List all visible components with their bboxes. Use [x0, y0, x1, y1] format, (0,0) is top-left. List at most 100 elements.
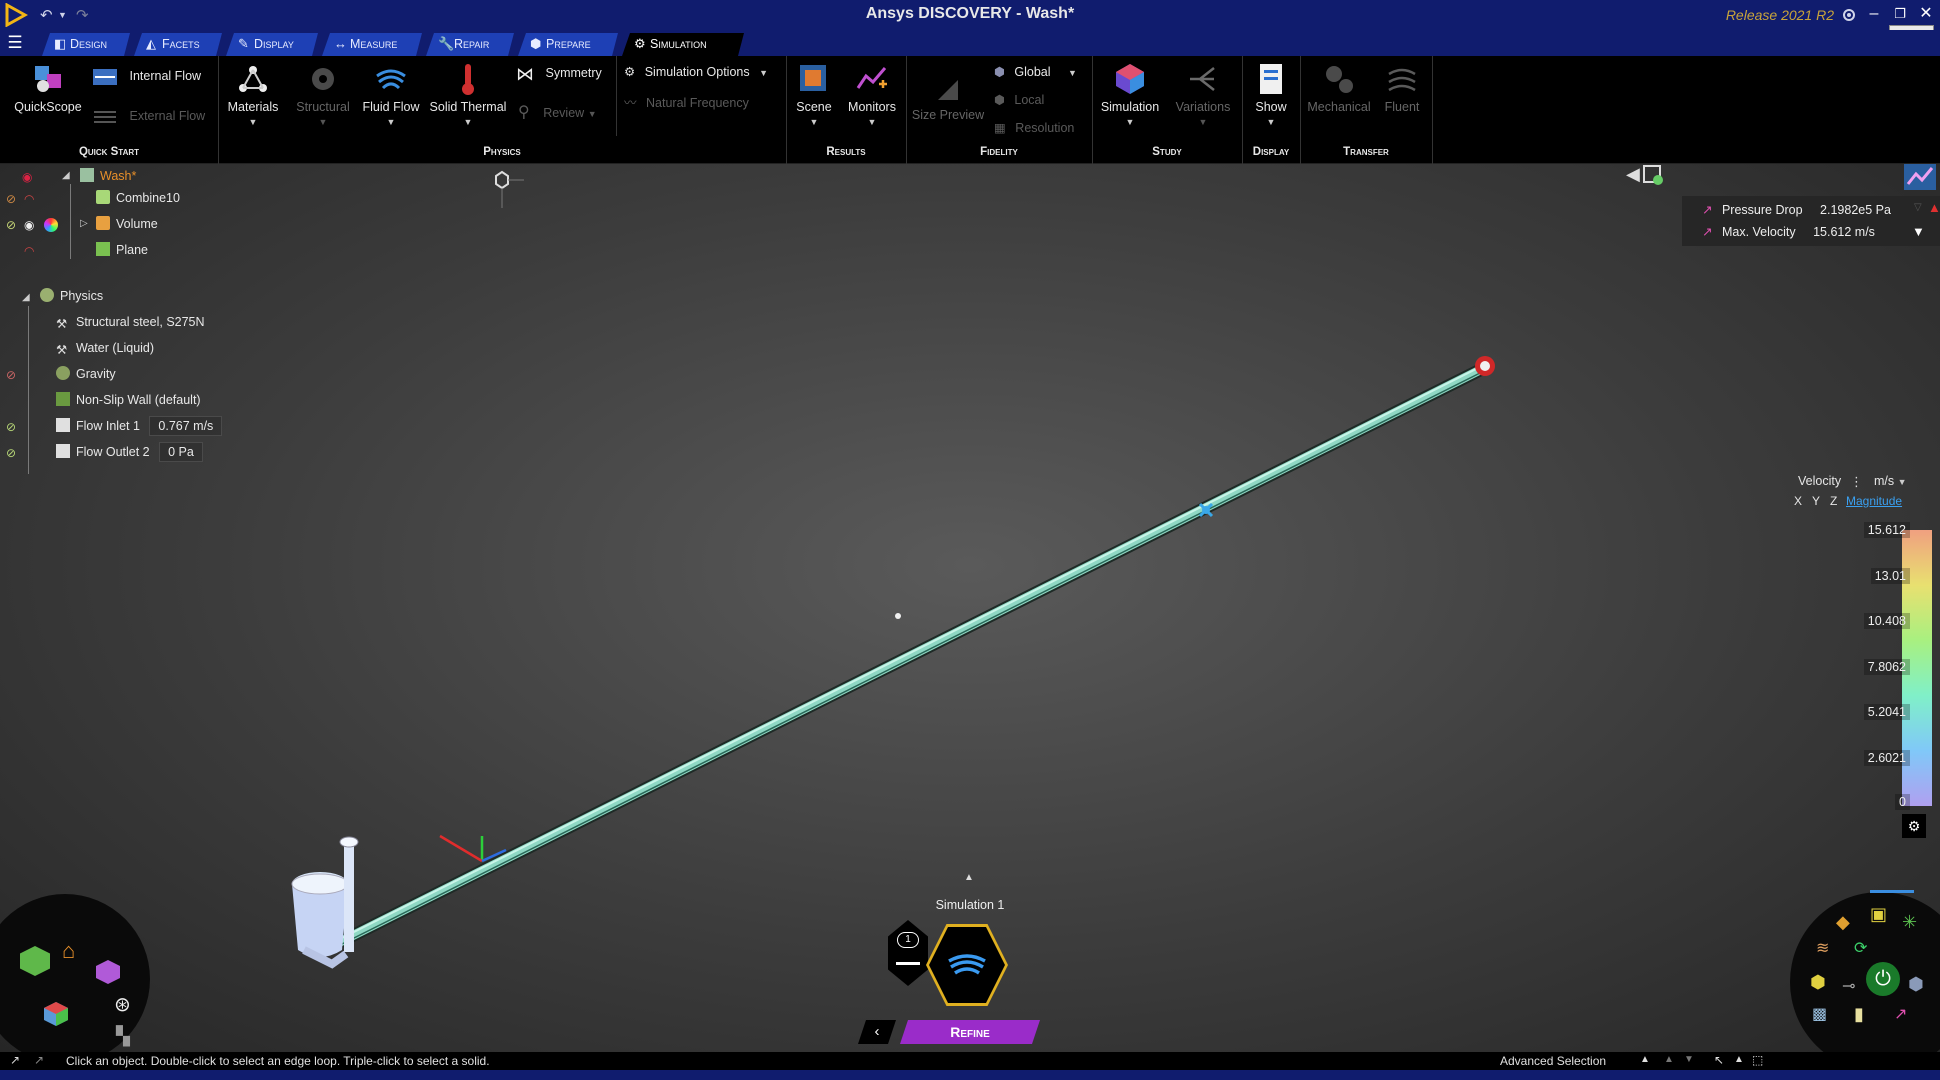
- close-button[interactable]: ✕: [1914, 2, 1938, 26]
- window-title: Ansys DISCOVERY - Wash*: [865, 5, 1075, 22]
- monitor-dropdown-icon[interactable]: ▽: [1914, 202, 1922, 213]
- settings-gear-icon[interactable]: [1840, 6, 1858, 24]
- animate-tool-icon[interactable]: ⟳: [1854, 938, 1867, 958]
- natural-frequency-button[interactable]: 〰 Natural Frequency: [624, 92, 749, 111]
- undo-icon[interactable]: ↶: [40, 6, 53, 24]
- hamburger-menu-icon[interactable]: ☰: [4, 33, 26, 53]
- remove-simulation-icon[interactable]: [896, 962, 920, 965]
- 3d-viewport[interactable]: ◉ ◢ Wash* ⊘ ◠ Combine10 ⊘ ◉ ▷ Volume ◠ P…: [0, 164, 1940, 1055]
- contour-tool-icon[interactable]: ▩: [1812, 1004, 1827, 1024]
- chart-tool-icon[interactable]: ↗: [1894, 1004, 1907, 1024]
- global-fidelity-dropdown[interactable]: ⬢ Global ▼: [994, 64, 1077, 79]
- external-flow-button[interactable]: External Flow: [92, 106, 205, 128]
- mesh-tool-icon[interactable]: ⬢: [1810, 972, 1826, 993]
- select-tool-alt-icon[interactable]: ↗: [34, 1053, 44, 1067]
- tab-measure[interactable]: ↔ Measure: [322, 33, 422, 56]
- undo-dropdown-icon[interactable]: ▼: [58, 10, 67, 20]
- cube-tool-icon[interactable]: ▣: [1870, 904, 1887, 925]
- legend-value: 5.2041: [1863, 704, 1910, 720]
- local-fidelity-button[interactable]: ⬢ Local: [994, 92, 1044, 107]
- redo-icon[interactable]: ↷: [76, 6, 89, 24]
- legend-menu-icon[interactable]: ⋮: [1850, 474, 1863, 490]
- tab-prepare[interactable]: ⬢ Prepare: [518, 33, 618, 56]
- mechanical-transfer-button[interactable]: Mechanical: [1304, 62, 1374, 114]
- status-bar: ↗ ↗ Click an object. Double-click to sel…: [0, 1052, 1940, 1070]
- pointer-mode-dropdown-icon[interactable]: ▲: [1734, 1054, 1744, 1065]
- prepare-icon: ⬢: [530, 36, 542, 51]
- ribbon-separator: [616, 56, 617, 136]
- selection-prev-icon[interactable]: ▲: [1664, 1054, 1674, 1065]
- pointer-mode-icon[interactable]: ↖: [1714, 1053, 1724, 1067]
- minimize-button[interactable]: –: [1862, 2, 1886, 26]
- fluid-flow-button[interactable]: Fluid Flow ▼: [358, 62, 424, 128]
- simulation-options-dropdown[interactable]: ⚙ Simulation Options ▼: [624, 64, 768, 79]
- restore-button[interactable]: ❐: [1888, 2, 1912, 26]
- refine-mode-button[interactable]: Refine: [900, 1020, 1040, 1044]
- monitor-max-velocity[interactable]: ↗ Max. Velocity 15.612 m/s: [1702, 221, 1875, 243]
- selection-next-icon[interactable]: ▼: [1684, 1054, 1694, 1065]
- solid-thermal-button[interactable]: Solid Thermal ▼: [424, 62, 512, 128]
- pipe-model[interactable]: [0, 164, 1940, 1055]
- tab-repair[interactable]: 🔧 Repair: [426, 33, 514, 56]
- streamline-tool-icon[interactable]: ≋: [1816, 938, 1829, 958]
- vector-tool-icon[interactable]: ✳: [1902, 912, 1917, 933]
- spin-view-icon[interactable]: ⊛: [114, 992, 138, 1016]
- display-settings-icon[interactable]: [1640, 164, 1666, 188]
- tab-display[interactable]: ✎ Display: [226, 33, 318, 56]
- global-fidelity-icon: ⬢: [994, 65, 1005, 79]
- facets-icon: ◭: [146, 36, 156, 51]
- simulation-expand-icon[interactable]: ▲: [964, 872, 974, 883]
- component-y[interactable]: Y: [1812, 494, 1820, 508]
- monitor-chart-icon: ↗: [1702, 225, 1713, 239]
- monitor-pressure-drop[interactable]: ↗ Pressure Drop 2.1982e5 Pa: [1702, 199, 1891, 221]
- tab-simulation[interactable]: ⚙ Simulation: [622, 33, 744, 56]
- internal-flow-button[interactable]: Internal Flow: [92, 66, 201, 88]
- simulation-count-badge: 1: [897, 932, 919, 948]
- select-body-icon[interactable]: [20, 946, 50, 976]
- simulation-name: Simulation 1: [935, 898, 1005, 912]
- structural-button[interactable]: Structural ▼: [288, 62, 358, 128]
- select-tool-icon[interactable]: ↗: [10, 1053, 20, 1067]
- simulation-cube-icon: [1116, 64, 1144, 94]
- advanced-selection-label[interactable]: Advanced Selection: [1500, 1054, 1606, 1068]
- box-select-icon[interactable]: ⬚: [1752, 1053, 1763, 1067]
- wheel-accent: [1870, 890, 1914, 893]
- resolution-button[interactable]: ▦ Resolution: [994, 120, 1074, 135]
- symmetry-button[interactable]: ⋈ Symmetry: [516, 64, 602, 85]
- monitors-toggle-icon[interactable]: [1904, 164, 1936, 190]
- hex-mesh-tool-icon[interactable]: ⬢: [1908, 974, 1924, 995]
- internal-flow-icon: [93, 69, 117, 85]
- report-tool-icon[interactable]: ▮: [1854, 1004, 1864, 1025]
- show-button[interactable]: Show ▼: [1246, 62, 1296, 128]
- legend-value: 13.01: [1870, 568, 1910, 584]
- fluent-transfer-button[interactable]: Fluent: [1376, 62, 1428, 114]
- probe-tool-icon[interactable]: ⊸: [1842, 976, 1855, 996]
- display-icon: ✎: [238, 36, 249, 51]
- component-magnitude[interactable]: Magnitude: [1846, 494, 1902, 508]
- legend-unit-dropdown[interactable]: m/s ▼: [1874, 474, 1907, 488]
- quickscope-button[interactable]: QuickScope: [10, 62, 86, 114]
- group-label-transfer: Transfer: [1343, 146, 1389, 158]
- power-solve-button[interactable]: ⏻: [1866, 962, 1900, 996]
- simulation-study-button[interactable]: Simulation ▼: [1096, 62, 1164, 128]
- monitors-button[interactable]: Monitors ▼: [840, 62, 904, 128]
- tab-facets[interactable]: ◭ Facets: [134, 33, 222, 56]
- legend-settings-gear-icon[interactable]: ⚙: [1902, 814, 1926, 838]
- tab-design[interactable]: ◧ Design: [42, 33, 130, 56]
- legend-variable-label[interactable]: Velocity: [1798, 474, 1841, 488]
- view-grid-icon[interactable]: ▚: [116, 1026, 140, 1050]
- scene-button[interactable]: Scene ▼: [790, 62, 838, 128]
- component-x[interactable]: X: [1794, 494, 1802, 508]
- review-button[interactable]: ⚲ Review ▼: [518, 102, 597, 122]
- component-z[interactable]: Z: [1830, 494, 1837, 508]
- layers-tool-icon[interactable]: ◆: [1836, 912, 1850, 933]
- selection-up-icon[interactable]: ▲: [1640, 1054, 1650, 1065]
- orientation-cube-icon[interactable]: [36, 994, 76, 1034]
- home-view-icon[interactable]: ⌂: [62, 938, 88, 964]
- monitors-panel: ↗ Pressure Drop 2.1982e5 Pa ↗ Max. Veloc…: [1682, 196, 1940, 246]
- size-preview-button[interactable]: Size Preview: [910, 76, 986, 122]
- variations-button[interactable]: Variations ▼: [1168, 62, 1238, 128]
- isometric-view-icon[interactable]: [96, 960, 120, 984]
- materials-button[interactable]: Materials ▼: [222, 62, 284, 128]
- monitor-dropdown-icon[interactable]: ▼: [1912, 224, 1925, 239]
